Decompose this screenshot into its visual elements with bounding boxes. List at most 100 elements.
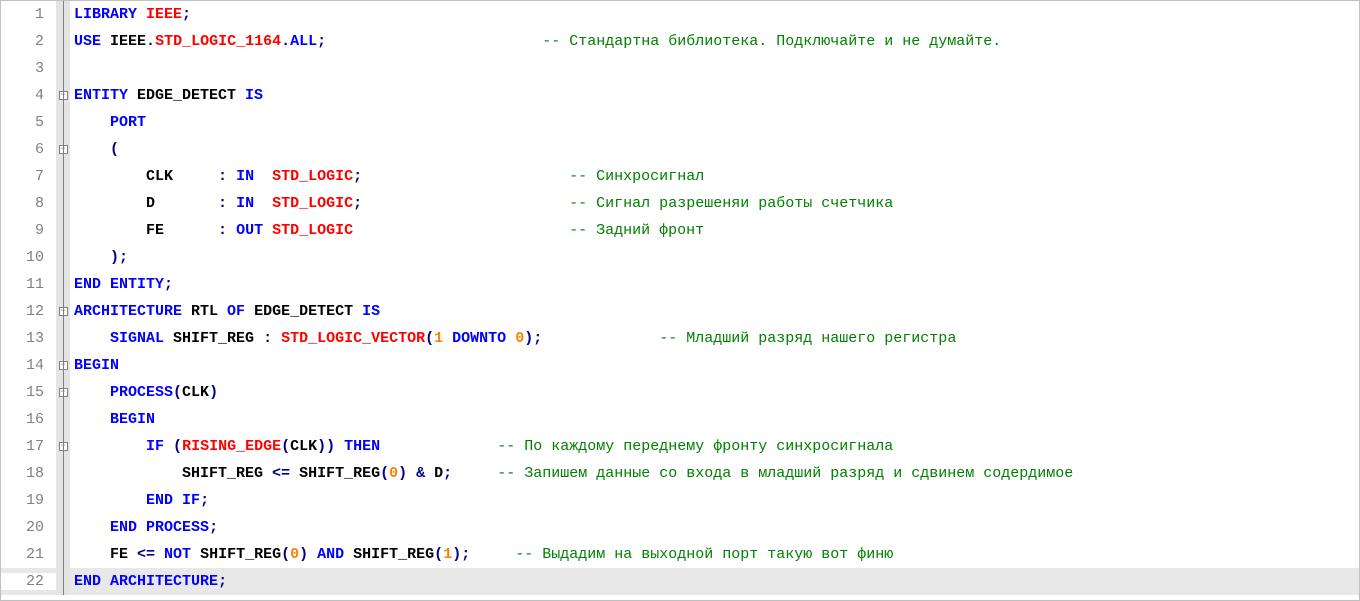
line-number: 10 [1,249,56,266]
comment-token: -- Запишем данные со входа в младший раз… [497,465,1073,482]
keyword-token: IF [146,438,164,455]
code-content[interactable]: USE IEEE.STD_LOGIC_1164.ALL; -- Стандарт… [70,33,1359,50]
keyword-token: LIBRARY [74,6,137,23]
code-line[interactable]: 9 FE : OUT STD_LOGIC -- Задний фронт [1,217,1359,244]
fold-margin [56,1,70,28]
code-line[interactable]: 14−BEGIN [1,352,1359,379]
code-content[interactable]: ); [70,249,1359,266]
code-line[interactable]: 2 USE IEEE.STD_LOGIC_1164.ALL; -- Стандар… [1,28,1359,55]
code-line[interactable]: 7 CLK : IN STD_LOGIC; -- Синхросигнал [1,163,1359,190]
code-content[interactable]: PORT [70,114,1359,131]
line-number: 8 [1,195,56,212]
text-token [101,276,110,293]
code-line[interactable]: 17− IF (RISING_EDGE(CLK)) THEN -- По каж… [1,433,1359,460]
code-editor[interactable]: 1LIBRARY IEEE;2USE IEEE.STD_LOGIC_1164.A… [1,1,1359,600]
text-token [308,546,317,563]
code-content[interactable]: D : IN STD_LOGIC; -- Сигнал разрешеняи р… [70,195,1359,212]
text-token [263,222,272,239]
keyword-token: DOWNTO [452,330,506,347]
fold-margin [56,406,70,433]
line-number: 4 [1,87,56,104]
punct-token: ; [209,519,218,536]
line-number: 6 [1,141,56,158]
code-content[interactable]: BEGIN [70,357,1359,374]
number-token: 1 [434,330,443,347]
code-line[interactable]: 13 SIGNAL SHIFT_REG : STD_LOGIC_VECTOR(1… [1,325,1359,352]
code-line[interactable]: 20 END PROCESS; [1,514,1359,541]
line-number: 13 [1,330,56,347]
code-content[interactable]: FE : OUT STD_LOGIC -- Задний фронт [70,222,1359,239]
punct-token: ( [173,384,182,401]
text-token [452,465,497,482]
punct-token: ); [110,249,128,266]
type-token: IEEE [146,6,182,23]
line-number: 12 [1,303,56,320]
code-line[interactable]: 4−ENTITY EDGE_DETECT IS [1,82,1359,109]
code-line[interactable]: 3 [1,55,1359,82]
line-number: 20 [1,519,56,536]
type-token: STD_LOGIC [272,195,353,212]
keyword-token: THEN [344,438,380,455]
keyword-token: OUT [236,222,263,239]
keyword-token: USE [74,33,101,50]
text-token: CLK [182,384,209,401]
text-token [74,114,110,131]
code-line[interactable]: 11END ENTITY; [1,271,1359,298]
keyword-token: BEGIN [110,411,155,428]
fold-margin [56,109,70,136]
code-line[interactable]: 21 FE <= NOT SHIFT_REG(0) AND SHIFT_REG(… [1,541,1359,568]
code-line[interactable]: 1LIBRARY IEEE; [1,1,1359,28]
code-content[interactable]: LIBRARY IEEE; [70,6,1359,23]
keyword-token: END [146,492,173,509]
text-token [164,438,173,455]
punct-token: ) [398,465,407,482]
code-content[interactable]: END IF; [70,492,1359,509]
fold-margin [56,271,70,298]
keyword-token: PORT [110,114,146,131]
punct-token: ( [281,438,290,455]
code-content[interactable]: PROCESS(CLK) [70,384,1359,401]
code-content[interactable]: FE <= NOT SHIFT_REG(0) AND SHIFT_REG(1);… [70,546,1359,563]
text-token [362,168,569,185]
number-token: 1 [443,546,452,563]
comment-token: -- Сигнал разрешеняи работы счетчика [569,195,893,212]
text-token [74,519,110,536]
code-content[interactable]: ENTITY EDGE_DETECT IS [70,87,1359,104]
code-content[interactable]: CLK : IN STD_LOGIC; -- Синхросигнал [70,168,1359,185]
keyword-token: IS [245,87,263,104]
code-line[interactable]: 18 SHIFT_REG <= SHIFT_REG(0) & D; -- Зап… [1,460,1359,487]
keyword-token: IN [236,168,254,185]
fold-margin: − [56,82,70,109]
code-line[interactable]: 8 D : IN STD_LOGIC; -- Сигнал разрешеняи… [1,190,1359,217]
code-content[interactable]: SIGNAL SHIFT_REG : STD_LOGIC_VECTOR(1 DO… [70,330,1359,347]
fold-margin [56,55,70,82]
fold-margin [56,163,70,190]
code-content[interactable]: ARCHITECTURE RTL OF EDGE_DETECT IS [70,303,1359,320]
code-content[interactable]: END ENTITY; [70,276,1359,293]
code-line[interactable]: 16 BEGIN [1,406,1359,433]
keyword-token: BEGIN [74,357,119,374]
line-number: 2 [1,33,56,50]
text-token [74,141,110,158]
code-line[interactable]: 22END ARCHITECTURE; [1,568,1359,595]
fold-margin [56,28,70,55]
keyword-token: AND [317,546,344,563]
code-line[interactable]: 10 ); [1,244,1359,271]
code-content[interactable]: SHIFT_REG <= SHIFT_REG(0) & D; -- Запише… [70,465,1359,482]
code-line[interactable]: 15− PROCESS(CLK) [1,379,1359,406]
code-line[interactable]: 19 END IF; [1,487,1359,514]
code-content[interactable]: BEGIN [70,411,1359,428]
code-content[interactable]: END ARCHITECTURE; [70,573,1359,590]
code-line[interactable]: 12−ARCHITECTURE RTL OF EDGE_DETECT IS [1,298,1359,325]
fold-margin [56,217,70,244]
code-content[interactable]: ( [70,141,1359,158]
text-token: EDGE_DETECT [128,87,245,104]
comment-token: -- Выдадим на выходной порт такую вот фи… [515,546,893,563]
line-number: 19 [1,492,56,509]
text-token [74,384,110,401]
code-line[interactable]: 5 PORT [1,109,1359,136]
code-line[interactable]: 6− ( [1,136,1359,163]
code-content[interactable]: IF (RISING_EDGE(CLK)) THEN -- По каждому… [70,438,1359,455]
code-content[interactable]: END PROCESS; [70,519,1359,536]
text-token: SHIFT_REG [344,546,434,563]
